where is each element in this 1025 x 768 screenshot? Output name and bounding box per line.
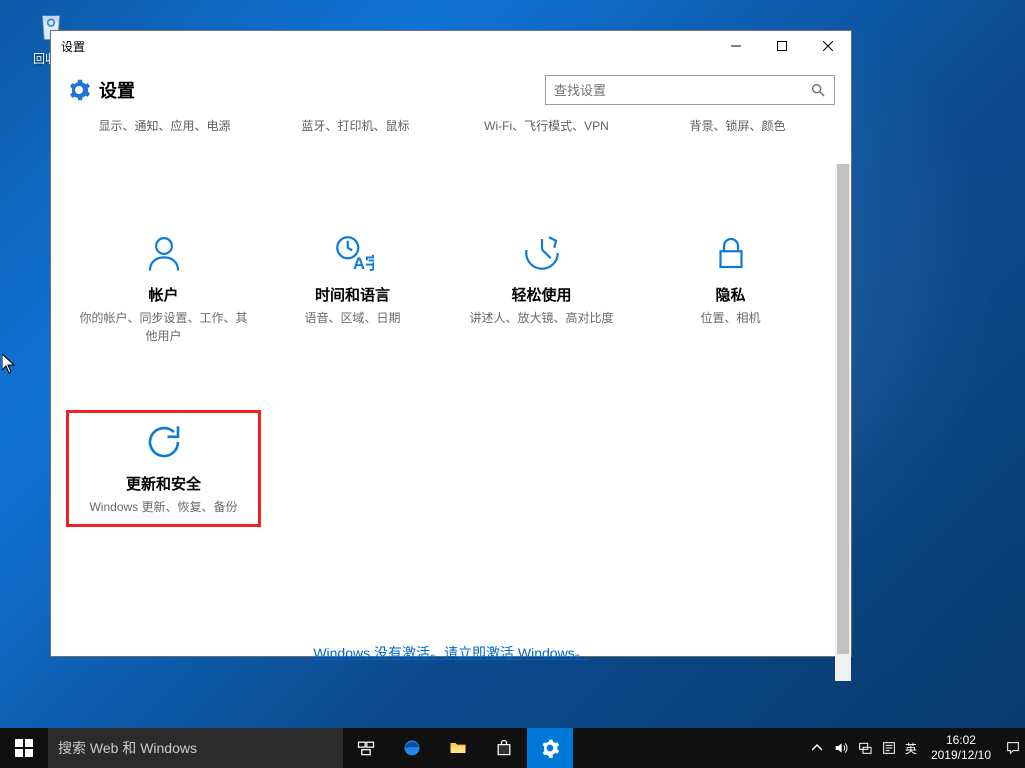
desktop: 回收站 设置 设置 显示、通知、应用、电源 bbox=[0, 0, 1025, 768]
mouse-cursor-icon bbox=[2, 354, 16, 374]
accounts-icon bbox=[143, 232, 185, 274]
tile-sub: Windows 更新、恢复、备份 bbox=[75, 498, 252, 516]
chevron-up-icon bbox=[812, 743, 822, 753]
taskbar: 搜索 Web 和 Windows bbox=[0, 728, 1025, 768]
time-language-icon: A字 bbox=[332, 232, 374, 274]
tray-volume[interactable] bbox=[829, 728, 853, 768]
tray-notes[interactable] bbox=[877, 728, 901, 768]
activation-message: Windows 没有激活。请立即激活 Windows。 bbox=[51, 643, 851, 663]
start-button[interactable] bbox=[0, 728, 48, 768]
tile-update-security[interactable]: 更新和安全 Windows 更新、恢复、备份 bbox=[69, 413, 258, 524]
category-sub-network: Wi-Fi、飞行模式、VPN bbox=[451, 117, 642, 134]
close-button[interactable] bbox=[805, 31, 851, 61]
speaker-icon bbox=[833, 740, 849, 756]
svg-text:A字: A字 bbox=[353, 253, 374, 273]
tile-sub: 位置、相机 bbox=[642, 309, 819, 327]
gear-icon bbox=[540, 738, 560, 758]
lock-icon bbox=[710, 232, 752, 274]
category-subtitles: 显示、通知、应用、电源 蓝牙、打印机、鼠标 Wi-Fi、飞行模式、VPN 背景、… bbox=[51, 111, 851, 164]
tile-sub: 讲述人、放大镜、高对比度 bbox=[453, 309, 630, 327]
vertical-scrollbar[interactable] bbox=[835, 164, 851, 681]
scrollbar-thumb[interactable] bbox=[837, 164, 849, 654]
task-view-button[interactable] bbox=[343, 728, 389, 768]
edge-taskbar-button[interactable] bbox=[389, 728, 435, 768]
tile-privacy[interactable]: 隐私 位置、相机 bbox=[636, 224, 825, 353]
tray-network[interactable] bbox=[853, 728, 877, 768]
category-sub-system: 显示、通知、应用、电源 bbox=[69, 117, 260, 134]
taskbar-clock[interactable]: 16:02 2019/12/10 bbox=[921, 733, 1001, 763]
search-icon bbox=[810, 82, 826, 98]
action-center-icon bbox=[1005, 740, 1021, 756]
titlebar[interactable]: 设置 bbox=[51, 31, 851, 61]
clock-date: 2019/12/10 bbox=[931, 748, 991, 763]
settings-header: 设置 bbox=[51, 61, 851, 111]
store-icon bbox=[494, 738, 514, 758]
clock-time: 16:02 bbox=[931, 733, 991, 748]
action-center-button[interactable] bbox=[1001, 728, 1025, 768]
tile-title: 更新和安全 bbox=[75, 473, 252, 494]
category-sub-devices: 蓝牙、打印机、鼠标 bbox=[260, 117, 451, 134]
windows-logo-icon bbox=[15, 739, 33, 757]
tray-overflow-button[interactable] bbox=[805, 728, 829, 768]
ease-of-access-icon bbox=[521, 232, 563, 274]
tile-title: 时间和语言 bbox=[264, 284, 441, 305]
page-title: 设置 bbox=[99, 77, 537, 103]
tile-title: 隐私 bbox=[642, 284, 819, 305]
window-title: 设置 bbox=[51, 38, 713, 55]
store-taskbar-button[interactable] bbox=[481, 728, 527, 768]
tile-title: 轻松使用 bbox=[453, 284, 630, 305]
activate-windows-link[interactable]: Windows 没有激活。请立即激活 Windows。 bbox=[313, 645, 588, 661]
tile-time-language[interactable]: A字 时间和语言 语音、区域、日期 bbox=[258, 224, 447, 353]
tile-sub: 语音、区域、日期 bbox=[264, 309, 441, 327]
search-field[interactable] bbox=[545, 75, 835, 105]
notes-icon bbox=[881, 740, 897, 756]
tile-title: 帐户 bbox=[75, 284, 252, 305]
settings-window: 设置 设置 显示、通知、应用、电源 蓝牙、打印机、鼠标 Wi bbox=[50, 30, 852, 657]
explorer-taskbar-button[interactable] bbox=[435, 728, 481, 768]
tile-accounts[interactable]: 帐户 你的帐户、同步设置、工作、其他用户 bbox=[69, 224, 258, 353]
minimize-button[interactable] bbox=[713, 31, 759, 61]
settings-grid: 帐户 你的帐户、同步设置、工作、其他用户 A字 时间和语言 语音、区域、日期 bbox=[61, 164, 841, 524]
taskbar-search[interactable]: 搜索 Web 和 Windows bbox=[48, 728, 343, 768]
system-tray: 英 16:02 2019/12/10 bbox=[805, 728, 1025, 768]
maximize-button[interactable] bbox=[759, 31, 805, 61]
ime-label: 英 bbox=[905, 740, 917, 757]
tray-ime[interactable]: 英 bbox=[901, 728, 921, 768]
folder-icon bbox=[448, 738, 468, 758]
category-sub-personal: 背景、锁屏、颜色 bbox=[642, 117, 833, 134]
update-icon bbox=[143, 421, 185, 463]
tile-sub: 你的帐户、同步设置、工作、其他用户 bbox=[75, 309, 252, 345]
edge-icon bbox=[402, 738, 422, 758]
content-pane: 帐户 你的帐户、同步设置、工作、其他用户 A字 时间和语言 语音、区域、日期 bbox=[51, 164, 851, 681]
gear-icon bbox=[67, 78, 91, 102]
task-view-icon bbox=[356, 738, 376, 758]
settings-taskbar-button[interactable] bbox=[527, 728, 573, 768]
taskbar-search-placeholder: 搜索 Web 和 Windows bbox=[58, 738, 197, 758]
network-icon bbox=[857, 740, 873, 756]
tile-ease-of-access[interactable]: 轻松使用 讲述人、放大镜、高对比度 bbox=[447, 224, 636, 353]
search-input[interactable] bbox=[554, 83, 810, 98]
